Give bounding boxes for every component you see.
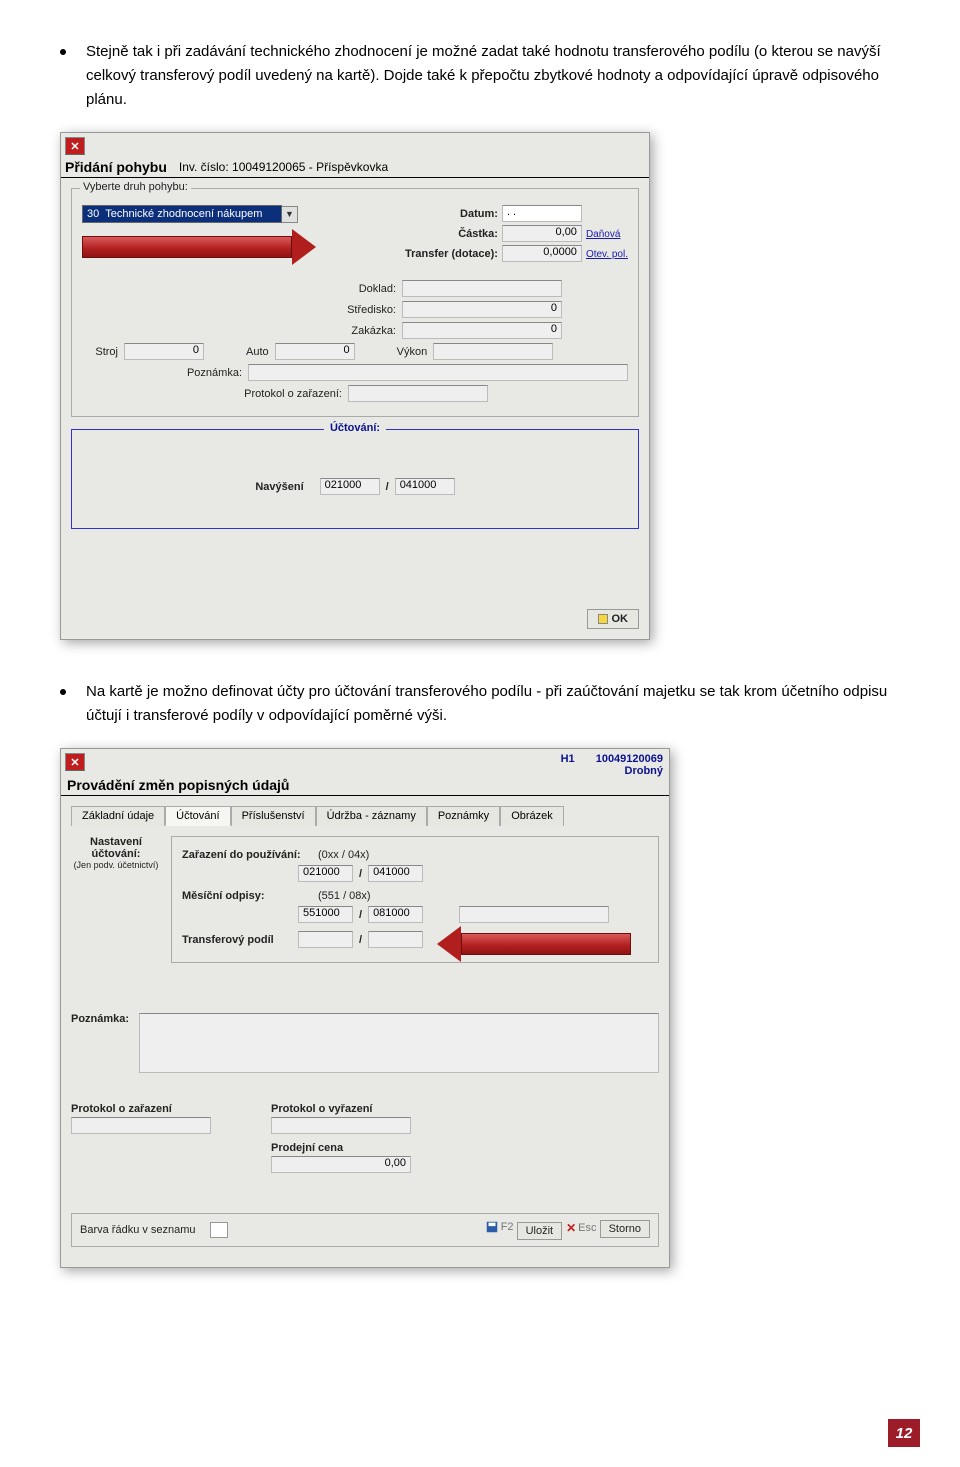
save-label: Uložit: [526, 1225, 554, 1237]
bullet-dot: [60, 49, 66, 55]
inv-number-label: Inv. číslo: 10049120065 - Příspěvkovka: [179, 160, 388, 175]
tab-udrzba[interactable]: Údržba - záznamy: [316, 806, 427, 826]
input-prodejni[interactable]: 0,00: [271, 1156, 411, 1173]
label-stroj: Stroj: [82, 346, 118, 358]
label-odpisy: Měsíční odpisy:: [182, 890, 312, 902]
tab-zakladni[interactable]: Základní údaje: [71, 806, 165, 826]
select-code: 30: [87, 208, 99, 220]
label-transfer: Transfer (dotace):: [405, 248, 498, 260]
paragraph-1-text: Stejně tak i při zadávání technického zh…: [86, 40, 900, 112]
label-datum: Datum:: [405, 208, 498, 220]
label-zarazeni: Zařazení do používání:: [182, 849, 312, 861]
input-transfer-a[interactable]: [298, 931, 353, 948]
ok-button[interactable]: OK: [587, 609, 640, 629]
input-acc-md[interactable]: 021000: [320, 478, 380, 495]
input-datum[interactable]: . .: [502, 205, 582, 222]
paragraph-1: Stejně tak i při zadávání technického zh…: [60, 40, 900, 112]
label-protokol: Protokol o zařazení:: [82, 388, 342, 400]
slash: /: [359, 868, 362, 880]
save-button[interactable]: Uložit: [517, 1222, 563, 1240]
slash: /: [359, 934, 362, 946]
link-danova[interactable]: Daňová: [586, 229, 620, 240]
paragraph-2: Na kartě je možno definovat účty pro účt…: [60, 680, 900, 728]
label-poznamka2: Poznámka:: [71, 1013, 129, 1025]
input-poznamka[interactable]: [248, 364, 628, 381]
label-auto: Auto: [246, 346, 269, 358]
label-stredisko: Středisko:: [347, 304, 396, 316]
accounting-box: Účtování: Navýšení 021000 / 041000: [71, 429, 639, 529]
dialog-title-2: Provádění změn popisných údajů: [67, 777, 289, 793]
cancel-button[interactable]: Storno: [600, 1220, 650, 1238]
input-protokol-z[interactable]: [71, 1117, 211, 1134]
input-odpisy-b[interactable]: 081000: [368, 906, 423, 923]
input-odpisy-extra[interactable]: [459, 906, 609, 923]
key-f2: F2: [501, 1221, 514, 1233]
paragraph-2-text: Na kartě je možno definovat účty pro účt…: [86, 680, 900, 728]
input-auto[interactable]: 0: [275, 343, 355, 360]
label-prodejni: Prodejní cena: [271, 1142, 411, 1154]
accounting-legend: Účtování:: [324, 422, 386, 434]
screenshot-pridani-pohybu: ✕ Přidání pohybu Inv. číslo: 10049120065…: [60, 132, 900, 640]
input-vykon[interactable]: [433, 343, 553, 360]
label-castka: Částka:: [405, 228, 498, 240]
input-protokol[interactable]: [348, 385, 488, 402]
input-zakazka[interactable]: 0: [402, 322, 562, 339]
movement-type-select[interactable]: 30 Technické zhodnocení nákupem ▼: [82, 205, 298, 223]
tab-prislusenstvi[interactable]: Příslušenství: [231, 806, 316, 826]
input-odpisy-a[interactable]: 551000: [298, 906, 353, 923]
slash: /: [386, 481, 389, 493]
chevron-down-icon[interactable]: ▼: [282, 206, 298, 223]
label-poznamka: Poznámka:: [82, 367, 242, 379]
input-doklad[interactable]: [402, 280, 562, 297]
tab-poznamky[interactable]: Poznámky: [427, 806, 500, 826]
screenshot-provadeni-zmen: ✕ H1 10049120069 Drobný Provádění změn p…: [60, 748, 900, 1268]
cancel-icon: ✕: [566, 1221, 576, 1235]
side-label-1: Nastavení účtování:: [71, 836, 161, 860]
key-esc: Esc: [578, 1222, 596, 1234]
select-value: Technické zhodnocení nákupem: [105, 208, 262, 220]
hint-zarazeni: (0xx / 04x): [318, 849, 369, 861]
label-protokol-z: Protokol o zařazení: [71, 1103, 211, 1115]
input-transfer-b[interactable]: [368, 931, 423, 948]
link-otev-pol[interactable]: Otev. pol.: [586, 249, 628, 260]
ok-icon: [598, 614, 608, 624]
label-vykon: Výkon: [397, 346, 428, 358]
bullet-dot: [60, 689, 66, 695]
select-label: Vyberte druh pohybu:: [80, 181, 191, 193]
save-icon: [485, 1220, 499, 1234]
label-transfer-podil: Transferový podíl: [182, 934, 292, 946]
textarea-poznamka[interactable]: [139, 1013, 659, 1073]
cancel-label: Storno: [609, 1223, 641, 1235]
annotation-arrow-1: [82, 229, 316, 265]
label-navyseni: Navýšení: [255, 481, 303, 493]
label-doklad: Doklad:: [347, 283, 396, 295]
tab-uctovani[interactable]: Účtování: [165, 806, 230, 826]
color-swatch[interactable]: [210, 1222, 228, 1238]
input-castka[interactable]: 0,00: [502, 225, 582, 242]
close-icon[interactable]: ✕: [65, 753, 85, 771]
input-stroj[interactable]: 0: [124, 343, 204, 360]
label-barva: Barva řádku v seznamu: [80, 1224, 196, 1236]
tab-obrazek[interactable]: Obrázek: [500, 806, 564, 826]
page-number: 12: [888, 1419, 920, 1447]
input-zarazeni-a[interactable]: 021000: [298, 865, 353, 882]
label-zakazka: Zakázka:: [347, 325, 396, 337]
close-icon[interactable]: ✕: [65, 137, 85, 155]
input-transfer[interactable]: 0,0000: [502, 245, 582, 262]
side-label-2: (Jen podv. účetnictví): [71, 860, 161, 870]
slash: /: [359, 909, 362, 921]
input-zarazeni-b[interactable]: 041000: [368, 865, 423, 882]
input-acc-d[interactable]: 041000: [395, 478, 455, 495]
input-stredisko[interactable]: 0: [402, 301, 562, 318]
input-protokol-v[interactable]: [271, 1117, 411, 1134]
tabs: Základní údaje Účtování Příslušenství Úd…: [71, 806, 659, 826]
ok-label: OK: [612, 613, 629, 625]
header-code: 10049120069: [596, 753, 663, 765]
label-protokol-v: Protokol o vyřazení: [271, 1103, 411, 1115]
hint-odpisy: (551 / 08x): [318, 890, 371, 902]
header-type: Drobný: [561, 765, 663, 777]
annotation-arrow-2: [437, 926, 631, 962]
dialog-title: Přidání pohybu: [65, 159, 167, 175]
header-h1: H1: [561, 753, 575, 765]
